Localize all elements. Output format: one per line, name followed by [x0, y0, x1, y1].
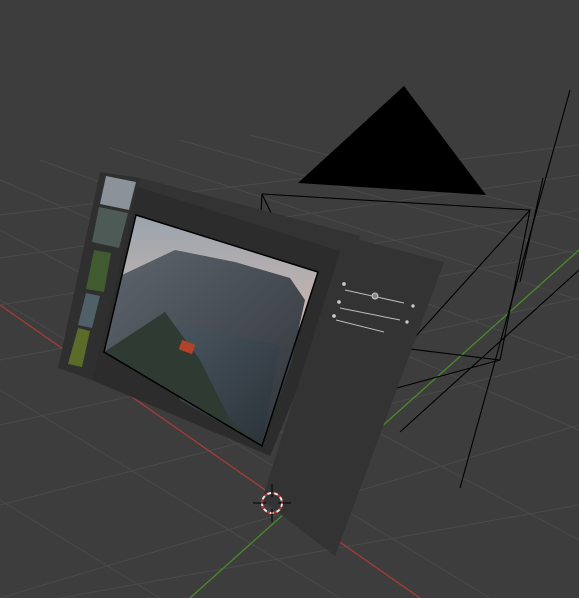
3d-viewport[interactable]	[0, 0, 579, 598]
slider-2-marker	[337, 300, 341, 304]
slider-2-end	[405, 320, 409, 324]
slider-1-marker	[342, 282, 346, 286]
slider-1-handle[interactable]	[371, 292, 379, 300]
slider-3-marker	[332, 314, 336, 318]
slider-1-end	[411, 304, 415, 308]
camera-icon	[298, 86, 486, 195]
viewport-canvas[interactable]	[0, 0, 579, 598]
